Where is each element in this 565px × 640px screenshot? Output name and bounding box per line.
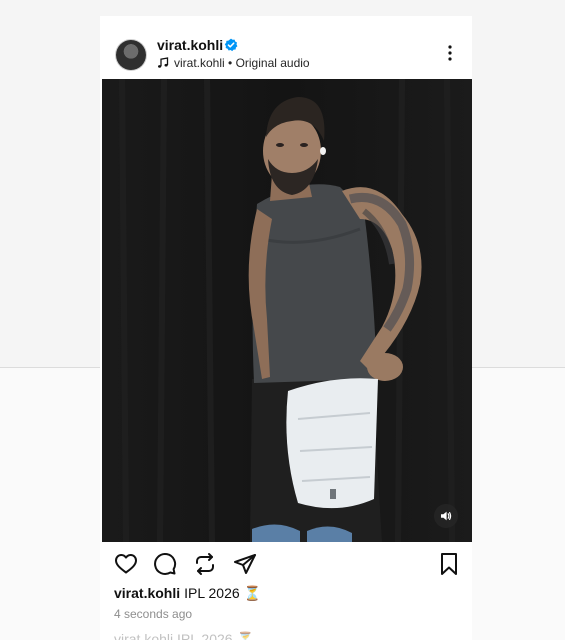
mute-toggle-button[interactable] [434, 504, 458, 528]
more-options-button[interactable] [440, 42, 460, 64]
post-caption: virat.kohli IPL 2026 ⏳ [114, 585, 261, 602]
caption-username[interactable]: virat.kohli [114, 585, 180, 601]
repost-button[interactable] [191, 550, 219, 578]
share-button[interactable] [231, 550, 259, 578]
post-action-bar [100, 550, 472, 580]
post-media-video[interactable] [102, 79, 472, 542]
save-button[interactable] [435, 550, 463, 578]
video-frame-illustration [102, 79, 472, 542]
music-note-icon [158, 57, 169, 68]
bookmark-icon [441, 553, 457, 575]
post-username[interactable]: virat.kohli [157, 37, 223, 53]
repost-icon [196, 553, 214, 575]
audio-owner[interactable]: virat.kohli [174, 56, 225, 70]
audio-attribution[interactable]: virat.kohli • Original audio [157, 56, 310, 70]
post-card: virat.kohli virat.kohli • Original audio [100, 16, 472, 640]
like-button[interactable] [112, 550, 140, 578]
verified-badge-icon [224, 38, 238, 52]
caption-text: IPL 2026 ⏳ [184, 585, 261, 601]
comment-icon [154, 553, 177, 575]
post-header: virat.kohli virat.kohli • Original audio [100, 16, 472, 79]
post-timestamp: 4 seconds ago [114, 607, 193, 621]
next-post-caption-partial: virat.kohli IPL 2026 ⏳ [114, 631, 254, 640]
speaker-icon [441, 511, 452, 521]
more-vertical-icon [448, 45, 452, 61]
audio-separator: • [224, 56, 236, 70]
send-icon [234, 554, 256, 574]
audio-title[interactable]: Original audio [236, 56, 310, 70]
heart-icon [115, 554, 137, 574]
comment-button[interactable] [151, 550, 179, 578]
avatar[interactable] [116, 40, 146, 70]
